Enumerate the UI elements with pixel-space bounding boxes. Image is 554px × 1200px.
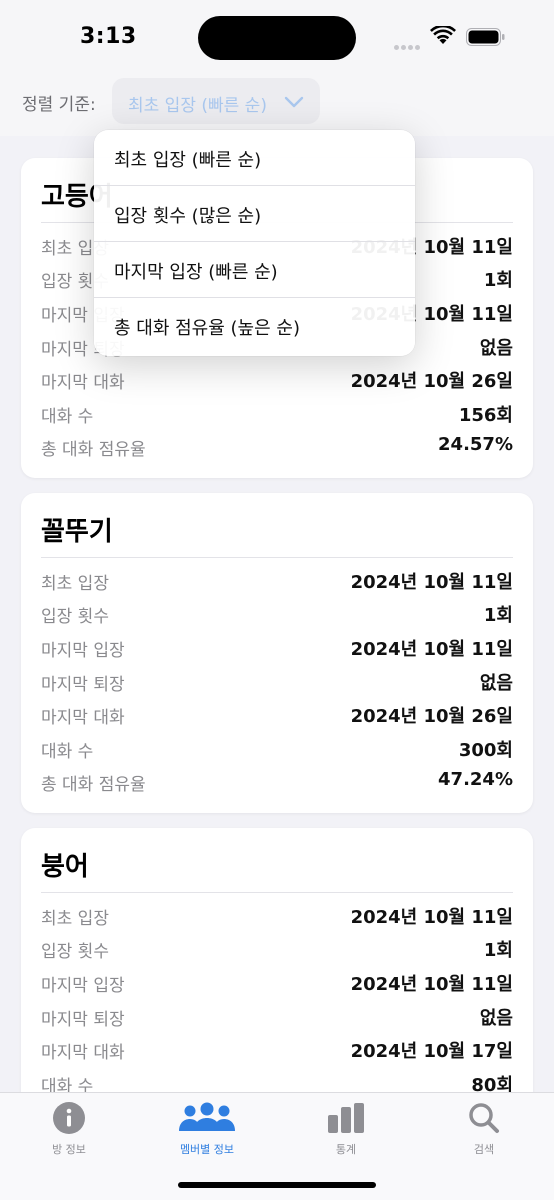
sort-option-label: 입장 횟수 (많은 순) [114, 206, 262, 227]
stat-label: 마지막 입장 [41, 976, 125, 996]
stat-row: 최초 입장 2024년 10월 11일 [41, 900, 513, 930]
sort-option-label: 마지막 입장 (빠른 순) [114, 262, 278, 283]
stat-row: 마지막 대화 2024년 10월 26일 [41, 364, 513, 394]
sort-option-first-entry[interactable]: 최초 입장 (빠른 순) [94, 130, 415, 186]
tab-label: 검색 [473, 1143, 495, 1156]
stat-label: 마지막 대화 [41, 708, 125, 728]
stat-value: 2024년 10월 11일 [350, 572, 513, 593]
bar-chart-icon [277, 1101, 415, 1135]
status-time: 3:13 [80, 24, 137, 49]
stat-row: 대화 수 80회 [41, 1068, 513, 1092]
stat-label: 대화 수 [41, 742, 94, 762]
stat-row: 마지막 입장 2024년 10월 11일 [41, 632, 513, 662]
stat-label: 마지막 퇴장 [41, 675, 125, 695]
stat-value: 300회 [458, 740, 513, 761]
stat-row: 총 대화 점유율 24.57% [41, 431, 513, 461]
wifi-icon [430, 24, 456, 50]
stat-row: 최초 입장 2024년 10월 11일 [41, 565, 513, 595]
stat-row: 마지막 대화 2024년 10월 26일 [41, 699, 513, 729]
stat-row: 대화 수 156회 [41, 398, 513, 428]
sort-option-chat-share[interactable]: 총 대화 점유율 (높은 순) [94, 298, 415, 354]
sort-option-entry-count[interactable]: 입장 횟수 (많은 순) [94, 186, 415, 242]
stat-row: 마지막 입장 2024년 10월 11일 [41, 967, 513, 997]
home-indicator[interactable] [178, 1182, 376, 1188]
dynamic-island [198, 16, 356, 60]
tab-label: 통계 [335, 1143, 357, 1156]
stat-value: 2024년 10월 17일 [350, 1041, 513, 1062]
sort-dropdown-menu: 최초 입장 (빠른 순) 입장 횟수 (많은 순) 마지막 입장 (빠른 순) … [94, 130, 415, 356]
stat-label: 최초 입장 [41, 909, 109, 929]
cellular-signal-icon [394, 35, 422, 54]
sort-picker[interactable]: 최초 입장 (빠른 순) [112, 78, 320, 124]
stat-value: 1회 [483, 940, 513, 961]
stat-value: 1회 [483, 605, 513, 626]
stat-label: 입장 횟수 [41, 607, 109, 627]
stat-row: 입장 횟수 1회 [41, 598, 513, 628]
stat-value: 없음 [479, 673, 513, 694]
tab-member-info[interactable]: 멤버별 정보 [138, 1093, 276, 1173]
stat-label: 총 대화 점유율 [41, 775, 146, 795]
stat-label: 마지막 대화 [41, 373, 125, 393]
sort-option-label: 총 대화 점유율 (높은 순) [114, 318, 300, 339]
stat-value: 없음 [479, 338, 513, 359]
member-name: 꼴뚜기 [41, 517, 113, 547]
tab-room-info[interactable]: 방 정보 [0, 1093, 138, 1173]
magnifier-icon [415, 1101, 553, 1135]
chevron-down-icon [284, 94, 304, 113]
stat-label: 마지막 입장 [41, 641, 125, 661]
sort-selected-value: 최초 입장 (빠른 순) [128, 96, 267, 116]
stat-value: 80회 [471, 1075, 513, 1092]
stat-label: 총 대화 점유율 [41, 440, 146, 460]
tab-statistics[interactable]: 통계 [277, 1093, 415, 1173]
stat-label: 마지막 대화 [41, 1043, 125, 1063]
member-card: 꼴뚜기 최초 입장 2024년 10월 11일 입장 횟수 1회 마지막 입장 202… [21, 493, 533, 813]
member-name: 붕어 [41, 852, 89, 882]
stat-label: 마지막 퇴장 [41, 1010, 125, 1030]
stat-value: 없음 [479, 1008, 513, 1029]
info-circle-icon [0, 1101, 138, 1135]
stat-row: 마지막 퇴장 없음 [41, 666, 513, 696]
stat-value: 2024년 10월 26일 [350, 371, 513, 392]
tab-label: 방 정보 [52, 1143, 86, 1156]
stat-row: 마지막 대화 2024년 10월 17일 [41, 1034, 513, 1064]
sort-option-last-entry[interactable]: 마지막 입장 (빠른 순) [94, 242, 415, 298]
sort-option-label: 최초 입장 (빠른 순) [114, 150, 262, 171]
stat-label: 입장 횟수 [41, 942, 109, 962]
tab-label: 멤버별 정보 [179, 1143, 235, 1156]
battery-icon [466, 28, 506, 50]
stat-value: 24.57% [438, 434, 513, 455]
stat-row: 총 대화 점유율 47.24% [41, 766, 513, 796]
sort-label: 정렬 기준: [22, 95, 96, 115]
stat-value: 2024년 10월 11일 [350, 974, 513, 995]
stat-row: 입장 횟수 1회 [41, 933, 513, 963]
stat-value: 156회 [458, 405, 513, 426]
people-icon [138, 1101, 276, 1135]
divider [41, 892, 513, 893]
divider [41, 557, 513, 558]
status-bar: 3:13 [0, 0, 554, 70]
stat-label: 대화 수 [41, 407, 94, 427]
stat-value: 2024년 10월 11일 [350, 639, 513, 660]
stat-value: 47.24% [438, 769, 513, 790]
sort-bar: 정렬 기준: 최초 입장 (빠른 순) [0, 70, 554, 136]
stat-row: 대화 수 300회 [41, 733, 513, 763]
stat-label: 대화 수 [41, 1077, 94, 1092]
stat-row: 마지막 퇴장 없음 [41, 1001, 513, 1031]
stat-value: 2024년 10월 11일 [350, 907, 513, 928]
tab-search[interactable]: 검색 [415, 1093, 553, 1173]
stat-value: 1회 [483, 270, 513, 291]
member-card: 붕어 최초 입장 2024년 10월 11일 입장 횟수 1회 마지막 입장 2024… [21, 828, 533, 1092]
stat-label: 최초 입장 [41, 574, 109, 594]
stat-value: 2024년 10월 26일 [350, 706, 513, 727]
